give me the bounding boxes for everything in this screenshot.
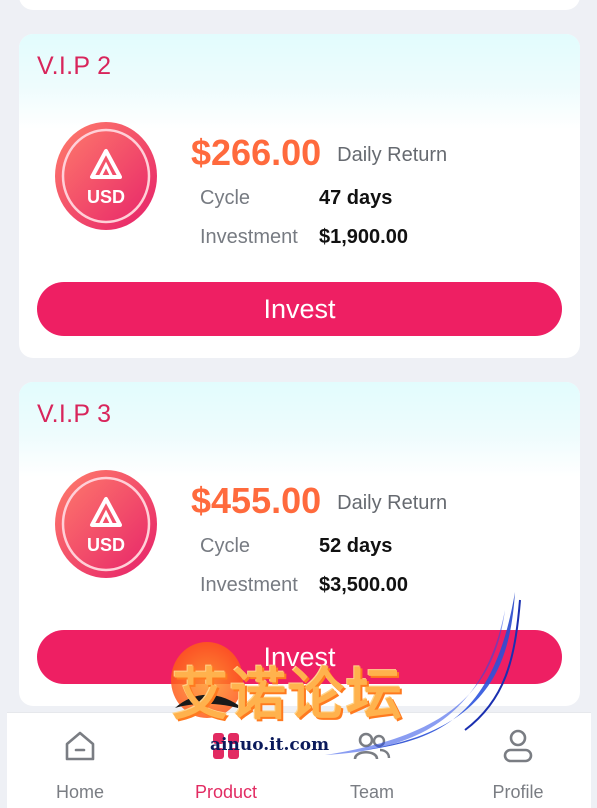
team-icon (352, 727, 392, 765)
profile-icon (501, 727, 535, 765)
cycle-label: Cycle (200, 187, 251, 209)
plan-title: V.I.P 2 (37, 52, 112, 80)
nav-item-label: Product (194, 782, 258, 802)
investment-label: Investment (200, 574, 298, 596)
plan-card-header: V.I.P 2 (19, 34, 580, 129)
usd-coin-icon: USD (55, 470, 157, 578)
nav-item-label: Home (55, 782, 104, 802)
daily-return-label: Daily Return (337, 492, 448, 514)
previous-plan-card (19, 0, 580, 10)
nav-item-profile[interactable]: Profile (445, 713, 591, 808)
home-icon (63, 727, 97, 765)
cycle-label: Cycle (200, 535, 251, 557)
nav-item-label: Team (349, 782, 394, 802)
price-row: $266.00 Daily Return (191, 132, 447, 174)
daily-return-amount: $455.00 (191, 480, 322, 521)
svg-text:USD: USD (87, 187, 125, 207)
plan-card-vip2: V.I.P 2 USD $266.00 Daily Return Cycle 4… (19, 34, 580, 358)
app-viewport: V.I.P 2 USD $266.00 Daily Return Cycle 4… (0, 0, 597, 808)
nav-item-home[interactable]: Home (7, 713, 153, 808)
investment-value: $1,900.00 (319, 226, 408, 248)
investment-label: Investment (200, 226, 298, 248)
cycle-value: 47 days (319, 187, 393, 209)
watermark-url: ainuo.it.com (210, 735, 330, 755)
watermark-text: 艾诺论坛 (172, 663, 404, 728)
plan-card-header: V.I.P 3 (19, 382, 580, 477)
price-row: $455.00 Daily Return (191, 480, 447, 522)
daily-return-amount: $266.00 (191, 132, 322, 173)
cycle-value: 52 days (319, 535, 393, 557)
investment-value: $3,500.00 (319, 574, 408, 596)
svg-text:USD: USD (87, 535, 125, 555)
plan-title: V.I.P 3 (37, 400, 112, 428)
nav-item-label: Profile (492, 782, 544, 802)
daily-return-label: Daily Return (337, 144, 448, 166)
invest-button[interactable]: Invest (37, 282, 562, 336)
usd-coin-icon: USD (55, 122, 157, 230)
